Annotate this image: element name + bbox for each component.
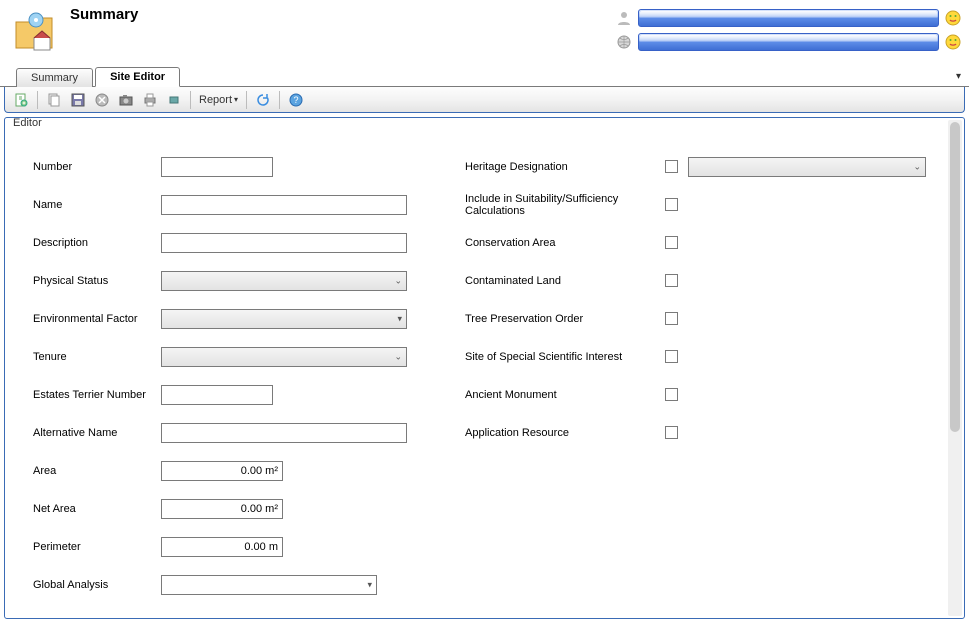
perimeter-label: Perimeter — [33, 541, 161, 553]
description-input[interactable] — [161, 233, 407, 253]
chevron-down-icon: ⌄ — [913, 161, 921, 172]
alternative-name-label: Alternative Name — [33, 427, 161, 439]
estates-terrier-input[interactable] — [161, 385, 273, 405]
tree-preservation-checkbox[interactable] — [665, 312, 678, 325]
include-suitability-checkbox[interactable] — [665, 198, 678, 211]
heritage-label: Heritage Designation — [465, 161, 665, 173]
number-input[interactable] — [161, 157, 273, 177]
save-button[interactable] — [67, 90, 89, 110]
refresh-button[interactable] — [252, 90, 274, 110]
tenure-combo[interactable]: ⌄ — [161, 347, 407, 367]
global-analysis-label: Global Analysis — [33, 579, 161, 591]
right-column: Heritage Designation ⌄ Include in Suitab… — [465, 156, 926, 612]
name-input[interactable] — [161, 195, 407, 215]
new-button[interactable] — [10, 90, 32, 110]
sssi-checkbox[interactable] — [665, 350, 678, 363]
tab-site-editor[interactable]: Site Editor — [95, 67, 180, 87]
net-area-input[interactable] — [161, 499, 283, 519]
tree-preservation-label: Tree Preservation Order — [465, 313, 665, 325]
user-bar-1-row — [616, 8, 961, 28]
globe-icon — [616, 34, 632, 50]
chevron-down-icon: ⌄ — [394, 351, 402, 362]
conservation-area-checkbox[interactable] — [665, 236, 678, 249]
svg-text:?: ? — [294, 95, 299, 105]
vertical-scrollbar[interactable] — [948, 120, 962, 616]
report-dropdown[interactable]: Report▾ — [195, 90, 242, 110]
include-suitability-label: Include in Suitability/Sufficiency Calcu… — [465, 193, 665, 217]
contaminated-land-checkbox[interactable] — [665, 274, 678, 287]
smiley-icon[interactable] — [945, 34, 961, 50]
tab-overflow-arrow[interactable]: ▾ — [956, 71, 961, 82]
left-column: Number Name Description Physical Status … — [33, 156, 435, 612]
heritage-checkbox[interactable] — [665, 160, 678, 173]
number-label: Number — [33, 161, 161, 173]
perimeter-input[interactable] — [161, 537, 283, 557]
global-analysis-combo[interactable]: ▾ — [161, 575, 377, 595]
user-bars — [616, 8, 961, 56]
description-label: Description — [33, 237, 161, 249]
tag-button[interactable] — [163, 90, 185, 110]
chevron-down-icon: ▾ — [234, 95, 238, 104]
copy-button[interactable] — [43, 90, 65, 110]
application-resource-checkbox[interactable] — [665, 426, 678, 439]
user-bar-2[interactable] — [638, 33, 939, 51]
header: Summary — [0, 0, 969, 65]
toolbar-separator — [37, 91, 38, 109]
name-label: Name — [33, 199, 161, 211]
ancient-monument-checkbox[interactable] — [665, 388, 678, 401]
tenure-label: Tenure — [33, 351, 161, 363]
toolbar: Report▾ ? — [4, 87, 965, 113]
net-area-label: Net Area — [33, 503, 161, 515]
heritage-combo[interactable]: ⌄ — [688, 157, 926, 177]
tab-label: Site Editor — [110, 71, 165, 83]
delete-button[interactable] — [91, 90, 113, 110]
physical-status-label: Physical Status — [33, 275, 161, 287]
user-bar-1[interactable] — [638, 9, 939, 27]
toolbar-separator — [279, 91, 280, 109]
person-icon — [616, 10, 632, 26]
area-label: Area — [33, 465, 161, 477]
chevron-down-icon: ⌄ — [394, 275, 402, 286]
user-bar-2-row — [616, 32, 961, 52]
chevron-down-icon: ▾ — [367, 579, 372, 590]
alternative-name-input[interactable] — [161, 423, 407, 443]
smiley-icon[interactable] — [945, 10, 961, 26]
environmental-factor-label: Environmental Factor — [33, 313, 161, 325]
chevron-down-icon: ▾ — [397, 313, 402, 324]
contaminated-land-label: Contaminated Land — [465, 275, 665, 287]
report-label: Report — [199, 94, 232, 106]
app-icon — [12, 8, 60, 56]
camera-button[interactable] — [115, 90, 137, 110]
help-button[interactable]: ? — [285, 90, 307, 110]
page-title: Summary — [70, 6, 138, 23]
scrollbar-thumb[interactable] — [950, 122, 960, 432]
tab-label: Summary — [31, 72, 78, 84]
estates-terrier-label: Estates Terrier Number — [33, 389, 161, 401]
toolbar-separator — [246, 91, 247, 109]
ancient-monument-label: Ancient Monument — [465, 389, 665, 401]
sssi-label: Site of Special Scientific Interest — [465, 351, 665, 363]
conservation-area-label: Conservation Area — [465, 237, 665, 249]
tab-summary[interactable]: Summary — [16, 68, 93, 87]
toolbar-separator — [190, 91, 191, 109]
panel-legend: Editor — [11, 117, 44, 129]
print-button[interactable] — [139, 90, 161, 110]
physical-status-combo[interactable]: ⌄ — [161, 271, 407, 291]
area-input[interactable] — [161, 461, 283, 481]
form-area: Number Name Description Physical Status … — [5, 128, 946, 618]
editor-panel: Editor Number Name Description — [4, 117, 965, 619]
environmental-factor-combo[interactable]: ▾ — [161, 309, 407, 329]
application-resource-label: Application Resource — [465, 427, 665, 439]
tabs-row: Summary Site Editor ▾ — [0, 65, 969, 87]
